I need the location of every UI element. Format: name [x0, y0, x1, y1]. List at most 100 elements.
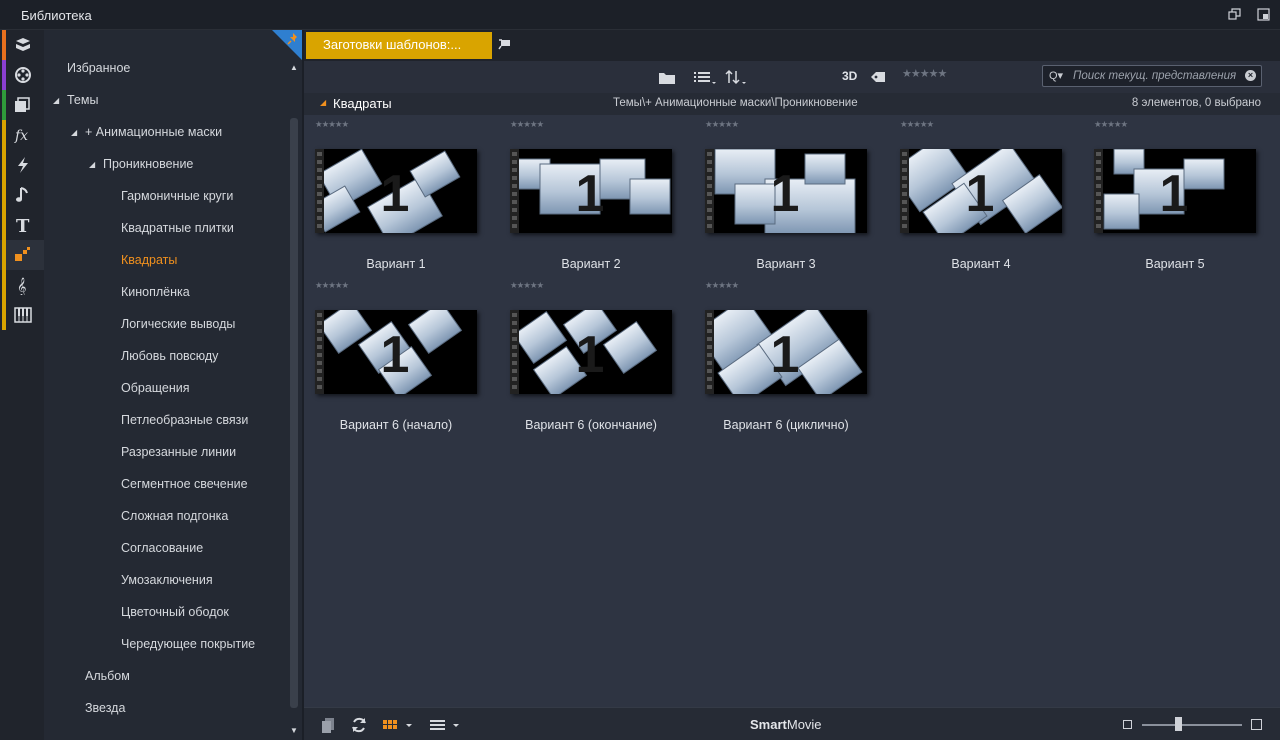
- strip-item-video[interactable]: [0, 60, 44, 90]
- tree-node-item[interactable]: Гармоничные круги: [121, 189, 233, 203]
- item-thumbnail[interactable]: 1: [315, 310, 477, 394]
- item-label: Вариант 2: [561, 257, 621, 271]
- library-tree: ▲ Избранное ◢ Темы ◢ + Анимационные маск…: [44, 30, 302, 740]
- tree-node-album[interactable]: Альбом: [85, 669, 130, 683]
- tree-node-item[interactable]: Обращения: [121, 381, 190, 395]
- template-item[interactable]: ★★★★★ 1 Вариант 5: [1083, 115, 1263, 275]
- copy-icon[interactable]: [320, 716, 336, 734]
- tree-node-item[interactable]: Согласование: [121, 541, 203, 555]
- item-rating[interactable]: ★★★★★: [900, 119, 934, 130]
- tree-scroll-down-icon[interactable]: ▼: [290, 726, 298, 735]
- zoom-in-icon[interactable]: [1251, 719, 1262, 730]
- grid-view-icon[interactable]: [382, 716, 414, 734]
- tree-node-item[interactable]: Разрезанные линии: [121, 445, 236, 459]
- tree-node-item[interactable]: Киноплёнка: [121, 285, 190, 299]
- tree-node-item[interactable]: Логические выводы: [121, 317, 235, 331]
- search-icon[interactable]: Q▾: [1049, 69, 1063, 82]
- strip-item-transitions[interactable]: [0, 150, 44, 180]
- rating-filter[interactable]: ★★★★★: [902, 67, 947, 80]
- tag-icon[interactable]: [870, 67, 886, 87]
- template-item[interactable]: ★★★★★ 1 Вариант 1: [304, 115, 484, 275]
- item-label: Вариант 4: [951, 257, 1011, 271]
- tab-bar: Заготовки шаблонов:...: [304, 30, 1280, 61]
- tree-node-item[interactable]: Цветочный ободок: [121, 605, 229, 619]
- item-rating[interactable]: ★★★★★: [705, 280, 739, 291]
- item-rating[interactable]: ★★★★★: [510, 280, 544, 291]
- strip-item-fx[interactable]: fx: [0, 120, 44, 150]
- item-thumbnail[interactable]: 1: [1094, 149, 1256, 233]
- tree-node-item-active[interactable]: Квадраты: [121, 253, 177, 267]
- strip-item-titles[interactable]: T: [0, 210, 44, 240]
- strip-item-piano[interactable]: [0, 300, 44, 330]
- fx-icon: fx: [14, 128, 28, 144]
- smartmovie-button[interactable]: SmartMovie: [750, 717, 822, 732]
- svg-text:1: 1: [771, 165, 800, 223]
- tree-node-item[interactable]: Умозаключения: [121, 573, 213, 587]
- template-item[interactable]: ★★★★★ 1 Вариант 3: [694, 115, 874, 275]
- strip-item-project[interactable]: [0, 30, 44, 60]
- details-view-icon[interactable]: [428, 716, 462, 734]
- strip-item-montage[interactable]: [0, 240, 44, 270]
- tree-node-item[interactable]: Сложная подгонка: [121, 509, 228, 523]
- clear-search-icon[interactable]: ×: [1245, 70, 1256, 81]
- item-rating[interactable]: ★★★★★: [705, 119, 739, 130]
- strip-item-photos[interactable]: [0, 90, 44, 120]
- collapse-triangle-icon[interactable]: ◢: [320, 98, 326, 107]
- tree-node-animated-masks[interactable]: + Анимационные маски: [85, 125, 222, 139]
- tree-node-themes[interactable]: Темы: [67, 93, 98, 107]
- tree-node-item[interactable]: Любовь повсюду: [121, 349, 218, 363]
- sort-icon[interactable]: [724, 67, 748, 87]
- expand-triangle-icon[interactable]: ◢: [71, 128, 77, 137]
- detach-window-icon[interactable]: [1257, 8, 1270, 21]
- folder-icon[interactable]: [658, 67, 676, 87]
- sync-icon[interactable]: [350, 716, 368, 734]
- item-label: Вариант 6 (окончание): [525, 418, 657, 432]
- pin-icon[interactable]: [286, 32, 300, 46]
- tree-node-item[interactable]: Петлеобразные связи: [121, 413, 248, 427]
- strip-item-music[interactable]: [0, 180, 44, 210]
- expand-triangle-icon[interactable]: ◢: [89, 160, 95, 169]
- search-box[interactable]: Q▾ ×: [1042, 65, 1262, 87]
- svg-text:1: 1: [576, 326, 605, 384]
- template-item[interactable]: ★★★★★ 1 Вариант 4: [889, 115, 1069, 275]
- item-thumbnail[interactable]: 1: [900, 149, 1062, 233]
- tree-node-item[interactable]: Чередующее покрытие: [121, 637, 255, 651]
- title-bar: Библиотека: [0, 0, 1280, 30]
- svg-text:1: 1: [381, 326, 410, 384]
- zoom-out-icon[interactable]: [1123, 720, 1132, 729]
- strip-item-scorefitter[interactable]: 𝄞: [0, 270, 44, 300]
- item-rating[interactable]: ★★★★★: [1094, 119, 1128, 130]
- window-title: Библиотека: [21, 8, 92, 23]
- tree-node-penetration[interactable]: Проникновение: [103, 157, 193, 171]
- item-rating[interactable]: ★★★★★: [510, 119, 544, 130]
- item-label: Вариант 3: [756, 257, 816, 271]
- item-thumbnail[interactable]: 1: [705, 310, 867, 394]
- list-view-icon[interactable]: [693, 67, 717, 87]
- tree-node-item[interactable]: Сегментное свечение: [121, 477, 248, 491]
- item-thumbnail[interactable]: 1: [510, 310, 672, 394]
- restore-icon[interactable]: [1228, 8, 1241, 21]
- tree-scroll-up-icon[interactable]: ▲: [290, 63, 298, 72]
- svg-text:T: T: [16, 216, 30, 235]
- expand-triangle-icon[interactable]: ◢: [53, 96, 59, 105]
- item-thumbnail[interactable]: 1: [705, 149, 867, 233]
- template-item[interactable]: ★★★★★ 1 Вариант 6 (начало): [304, 276, 484, 436]
- item-rating[interactable]: ★★★★★: [315, 280, 349, 291]
- template-item[interactable]: ★★★★★ 1 Вариант 6 (циклично): [694, 276, 874, 436]
- tab-templates[interactable]: Заготовки шаблонов:...: [306, 32, 492, 59]
- zoom-slider-thumb[interactable]: [1175, 717, 1182, 731]
- zoom-slider-track[interactable]: [1142, 724, 1242, 726]
- item-thumbnail[interactable]: 1: [315, 149, 477, 233]
- tree-node-star[interactable]: Звезда: [85, 701, 125, 715]
- item-thumbnail[interactable]: 1: [510, 149, 672, 233]
- search-input[interactable]: [1073, 67, 1243, 85]
- item-rating[interactable]: ★★★★★: [315, 119, 349, 130]
- template-item[interactable]: ★★★★★ 1 Вариант 6 (окончание): [499, 276, 679, 436]
- template-item[interactable]: ★★★★★ 1 Вариант 2: [499, 115, 679, 275]
- tree-node-favorites[interactable]: Избранное: [67, 61, 130, 75]
- add-tab-icon[interactable]: [498, 38, 512, 50]
- item-label: Вариант 5: [1145, 257, 1205, 271]
- 3d-filter-button[interactable]: 3D: [842, 69, 857, 83]
- tree-scrollbar[interactable]: [290, 118, 298, 708]
- tree-node-item[interactable]: Квадратные плитки: [121, 221, 234, 235]
